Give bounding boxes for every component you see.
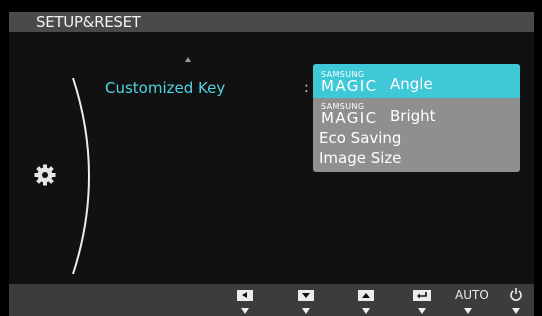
menu-separator: : xyxy=(304,80,309,96)
triangle-up-icon[interactable] xyxy=(185,57,191,62)
option-magic-bright[interactable]: SAMSUNG MAGIC Bright xyxy=(313,98,520,128)
osd-title-bar: SETUP&RESET xyxy=(9,12,534,32)
option-magic-angle[interactable]: SAMSUNG MAGIC Angle xyxy=(313,64,520,98)
option-label: Angle xyxy=(390,75,433,93)
left-key-icon[interactable] xyxy=(237,290,253,304)
option-eco-saving[interactable]: Eco Saving xyxy=(313,128,520,148)
customized-key-submenu: SAMSUNG MAGIC Angle SAMSUNG MAGIC Bright… xyxy=(313,64,520,172)
samsung-magic-logo: SAMSUNG MAGIC xyxy=(321,102,378,127)
key-marker xyxy=(302,308,310,314)
key-marker xyxy=(241,308,249,314)
gear-icon xyxy=(34,164,56,186)
control-guide-bar: AUTO xyxy=(9,284,534,316)
option-image-size[interactable]: Image Size xyxy=(313,148,520,170)
menu-item-customized-key[interactable]: Customized Key xyxy=(105,78,225,98)
osd-title: SETUP&RESET xyxy=(36,13,141,31)
auto-key-label[interactable]: AUTO xyxy=(455,287,489,303)
menu-wheel-arc xyxy=(72,77,90,275)
osd-menu: SETUP&RESET Customized Key : SAMSUNG MAG… xyxy=(9,12,534,284)
key-marker xyxy=(362,308,370,314)
option-label: Bright xyxy=(390,107,436,125)
power-icon[interactable] xyxy=(509,287,523,302)
down-key-icon[interactable] xyxy=(298,290,314,304)
key-marker xyxy=(464,308,472,314)
up-key-icon[interactable] xyxy=(358,290,374,304)
enter-key-icon[interactable] xyxy=(413,290,431,304)
monitor-screen: SETUP&RESET Customized Key : SAMSUNG MAG… xyxy=(0,0,542,316)
samsung-magic-logo: SAMSUNG MAGIC xyxy=(321,70,378,95)
key-marker xyxy=(418,308,426,314)
key-marker xyxy=(512,308,520,314)
